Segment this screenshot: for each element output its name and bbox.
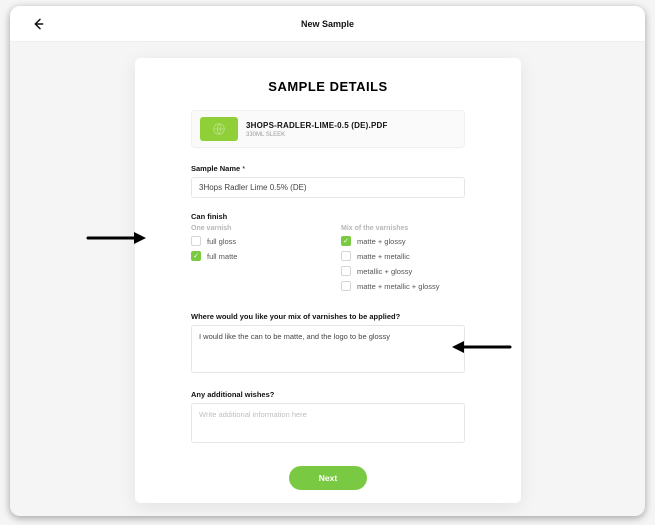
checkbox-label: full matte: [207, 252, 237, 261]
checkbox-icon: [341, 281, 351, 291]
file-thumb: [200, 117, 238, 141]
checkbox-label: matte + metallic: [357, 252, 410, 261]
globe-icon: [211, 121, 227, 137]
mix-varnish-option[interactable]: matte + metallic + glossy: [341, 281, 465, 291]
can-finish-section: One varnish full gloss full matte Mix of …: [191, 225, 465, 296]
file-name: 3HOPS-RADLER-LIME-0.5 (DE).PDF: [246, 121, 388, 130]
apply-textarea[interactable]: [191, 325, 465, 373]
one-varnish-label: One varnish: [191, 225, 315, 232]
arrow-left-icon: [30, 16, 46, 32]
checkbox-icon: [341, 251, 351, 261]
mix-varnish-label: Mix of the varnishes: [341, 225, 465, 232]
apply-label: Where would you like your mix of varnish…: [191, 312, 465, 321]
sample-name-label: Sample Name: [191, 164, 465, 173]
file-chip[interactable]: 3HOPS-RADLER-LIME-0.5 (DE).PDF 330ML SLE…: [191, 110, 465, 148]
wishes-textarea[interactable]: [191, 403, 465, 443]
wishes-label: Any additional wishes?: [191, 390, 465, 399]
checkbox-label: metallic + glossy: [357, 267, 412, 276]
checkbox-label: matte + glossy: [357, 237, 406, 246]
checkbox-label: full gloss: [207, 237, 236, 246]
can-finish-label: Can finish: [191, 212, 465, 221]
page-title: New Sample: [301, 19, 354, 29]
mix-varnish-col: Mix of the varnishes matte + glossy matte…: [341, 225, 465, 296]
file-size: 330ML SLEEK: [246, 132, 388, 138]
card-title: SAMPLE DETAILS: [191, 79, 465, 94]
back-button[interactable]: [30, 16, 46, 32]
mix-varnish-option[interactable]: metallic + glossy: [341, 266, 465, 276]
app-frame: New Sample SAMPLE DETAILS 3HOPS-RADLER-L…: [10, 6, 645, 516]
file-info: 3HOPS-RADLER-LIME-0.5 (DE).PDF 330ML SLE…: [246, 121, 388, 138]
checkbox-icon: [191, 251, 201, 261]
mix-varnish-option[interactable]: matte + metallic: [341, 251, 465, 261]
mix-varnish-option[interactable]: matte + glossy: [341, 236, 465, 246]
checkbox-label: matte + metallic + glossy: [357, 282, 440, 291]
top-bar: New Sample: [10, 6, 645, 42]
one-varnish-option[interactable]: full matte: [191, 251, 315, 261]
next-button[interactable]: Next: [289, 466, 367, 490]
one-varnish-col: One varnish full gloss full matte: [191, 225, 315, 296]
checkbox-icon: [191, 236, 201, 246]
sample-name-input[interactable]: [191, 177, 465, 198]
checkbox-icon: [341, 266, 351, 276]
one-varnish-option[interactable]: full gloss: [191, 236, 315, 246]
sample-details-card: SAMPLE DETAILS 3HOPS-RADLER-LIME-0.5 (DE…: [135, 58, 521, 503]
checkbox-icon: [341, 236, 351, 246]
